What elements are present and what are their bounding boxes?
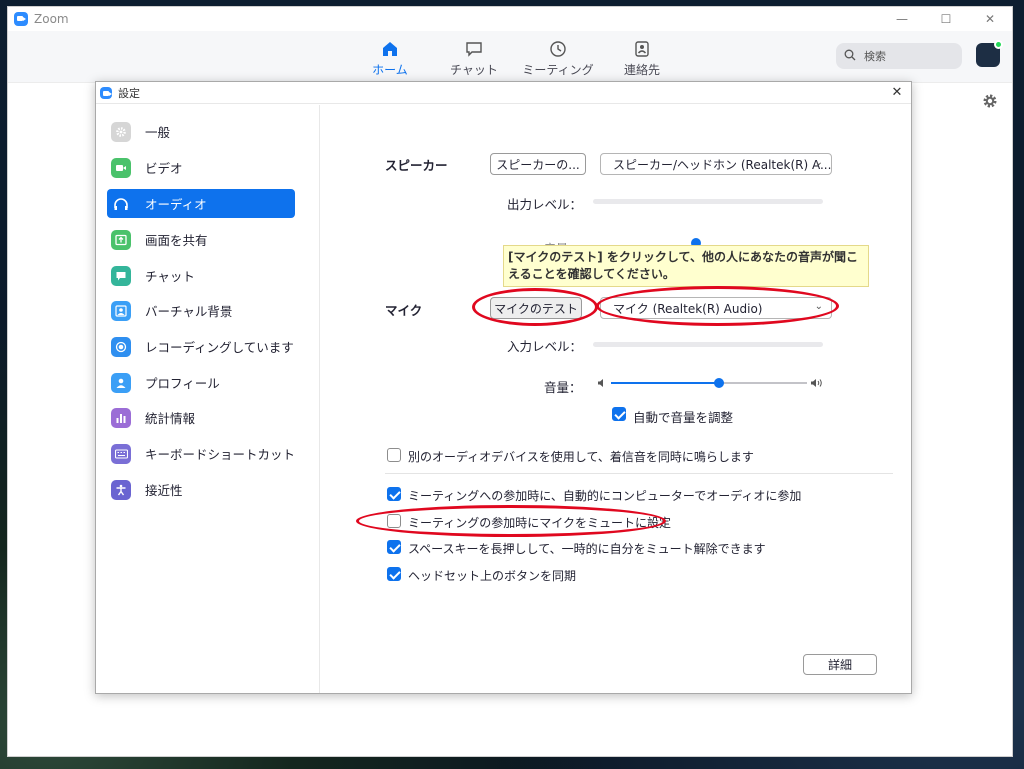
sidebar-item-share-screen[interactable]: 画面を共有 xyxy=(107,225,295,254)
input-level-meter xyxy=(593,342,823,347)
sidebar-item-chat[interactable]: チャット xyxy=(107,261,295,290)
maximize-button[interactable]: ☐ xyxy=(924,7,968,31)
advanced-button[interactable]: 詳細 xyxy=(803,654,877,675)
person-frame-icon xyxy=(111,300,131,321)
minimize-button[interactable]: — xyxy=(880,7,924,31)
profile-icon xyxy=(111,372,131,393)
sidebar-item-accessibility[interactable]: 接近性 xyxy=(107,475,295,504)
annotation-circle-mute-on-join xyxy=(356,505,666,537)
speaker-label: スピーカー xyxy=(385,158,448,173)
space-unmute-label: スペースキーを長押しして、一時的に自分をミュート解除できます xyxy=(408,542,766,556)
mic-volume-fill xyxy=(611,382,719,384)
sidebar-item-label: バーチャル背景 xyxy=(145,304,233,319)
share-screen-icon xyxy=(111,229,131,250)
chevron-down-icon: ⌄ xyxy=(814,157,823,168)
online-status-icon xyxy=(994,40,1003,49)
sidebar-item-label: 統計情報 xyxy=(145,411,196,426)
input-level-label: 入力レベル： xyxy=(507,339,583,354)
close-button[interactable]: ✕ xyxy=(968,7,1012,31)
volume-high-icon xyxy=(810,377,823,391)
contact-icon xyxy=(633,39,651,59)
sidebar-item-label: キーボードショートカット xyxy=(145,447,296,462)
auto-join-audio-checkbox[interactable] xyxy=(387,487,401,501)
search-placeholder: 検索 xyxy=(864,50,886,63)
clock-icon xyxy=(549,39,567,59)
sidebar-item-recording[interactable]: レコーディングしています xyxy=(107,332,295,361)
dialog-close-button[interactable]: ✕ xyxy=(883,82,911,104)
tab-home-label: ホーム xyxy=(372,63,408,77)
chat-icon xyxy=(465,39,483,59)
headset-sync-label: ヘッドセット上のボタンを同期 xyxy=(408,569,577,583)
volume-low-icon xyxy=(597,377,606,391)
output-level-label: 出力レベル： xyxy=(507,197,583,212)
sidebar-item-keyboard-shortcuts[interactable]: キーボードショートカット xyxy=(107,439,295,468)
gear-icon xyxy=(111,121,131,142)
headphones-icon xyxy=(111,194,131,214)
settings-dialog: 設定 ✕ 一般 ビデオ オーディオ 画面を共有 チャット バーチャル背景 レコー… xyxy=(95,81,912,694)
space-unmute-checkbox[interactable] xyxy=(387,540,401,554)
annotation-circle-mic-select xyxy=(596,286,839,326)
chat-bubble-icon xyxy=(111,265,131,286)
auto-adjust-volume-checkbox[interactable] xyxy=(612,407,626,421)
avatar[interactable] xyxy=(976,40,1003,67)
record-icon xyxy=(111,336,131,357)
sidebar-item-label: 一般 xyxy=(145,125,171,140)
settings-sidebar: 一般 ビデオ オーディオ 画面を共有 チャット バーチャル背景 レコーディングし… xyxy=(96,105,320,693)
search-input[interactable]: 検索 xyxy=(836,43,962,69)
section-divider xyxy=(385,473,893,474)
tab-contacts-label: 連絡先 xyxy=(623,63,660,77)
audio-settings-panel: スピーカー スピーカーの... スピーカー/ヘッドホン (Realtek(R) … xyxy=(321,105,911,693)
ringtone-device-label: 別のオーディオデバイスを使用して、着信音を同時に鳴らします xyxy=(408,450,754,464)
tab-contacts[interactable]: 連絡先 xyxy=(600,39,684,78)
app-title: Zoom xyxy=(34,12,69,26)
sidebar-item-label: ビデオ xyxy=(145,161,183,176)
speaker-select-value: スピーカー/ヘッドホン (Realtek(R) A... xyxy=(613,157,832,172)
settings-gear-icon[interactable] xyxy=(982,93,998,112)
home-icon xyxy=(381,39,399,59)
mic-label: マイク xyxy=(385,303,423,318)
title-bar: Zoom — ☐ ✕ xyxy=(8,7,1012,31)
auto-join-audio-label: ミーティングへの参加時に、自動的にコンピューターでオーディオに参加 xyxy=(408,489,802,503)
mic-test-tooltip: [マイクのテスト] をクリックして、他の人にあなたの音声が聞こえることを確認して… xyxy=(503,245,869,287)
zoom-logo-icon xyxy=(100,86,112,99)
ringtone-device-checkbox[interactable] xyxy=(387,448,401,462)
tab-chat[interactable]: チャット xyxy=(432,39,516,78)
mic-volume-thumb[interactable] xyxy=(713,378,724,388)
tab-meetings[interactable]: ミーティング xyxy=(516,39,600,78)
search-icon xyxy=(844,49,856,64)
annotation-circle-mic-test xyxy=(472,288,598,326)
sidebar-item-virtual-background[interactable]: バーチャル背景 xyxy=(107,296,295,325)
sidebar-item-label: レコーディングしています xyxy=(145,340,294,355)
mic-volume-label: 音量： xyxy=(544,380,582,395)
sidebar-item-statistics[interactable]: 統計情報 xyxy=(107,403,295,432)
top-navigation: ホーム チャット ミーティング 連絡先 検索 xyxy=(8,31,1012,83)
sidebar-item-profile[interactable]: プロフィール xyxy=(107,368,295,397)
statistics-icon xyxy=(111,407,131,428)
tab-chat-label: チャット xyxy=(450,63,498,77)
keyboard-icon xyxy=(111,443,131,464)
camera-icon xyxy=(111,157,131,178)
tab-meetings-label: ミーティング xyxy=(522,63,594,77)
sidebar-item-general[interactable]: 一般 xyxy=(107,117,295,146)
speaker-test-button[interactable]: スピーカーの... xyxy=(490,153,586,175)
tab-home[interactable]: ホーム xyxy=(348,39,432,78)
sidebar-item-audio[interactable]: オーディオ xyxy=(107,189,295,218)
speaker-select[interactable]: スピーカー/ヘッドホン (Realtek(R) A... ⌄ xyxy=(600,153,832,175)
headset-sync-checkbox[interactable] xyxy=(387,567,401,581)
sidebar-item-label: 画面を共有 xyxy=(145,233,208,248)
dialog-title-bar: 設定 ✕ xyxy=(96,82,911,104)
output-level-meter xyxy=(593,199,823,204)
zoom-logo-icon xyxy=(14,12,28,26)
sidebar-item-video[interactable]: ビデオ xyxy=(107,153,295,182)
auto-adjust-volume-label: 自動で音量を調整 xyxy=(633,410,734,425)
sidebar-item-label: チャット xyxy=(145,269,195,284)
dialog-title: 設定 xyxy=(118,86,140,100)
sidebar-item-label: 接近性 xyxy=(145,483,183,498)
accessibility-icon xyxy=(111,479,131,500)
sidebar-item-label: プロフィール xyxy=(145,376,220,391)
sidebar-item-label: オーディオ xyxy=(145,197,207,212)
